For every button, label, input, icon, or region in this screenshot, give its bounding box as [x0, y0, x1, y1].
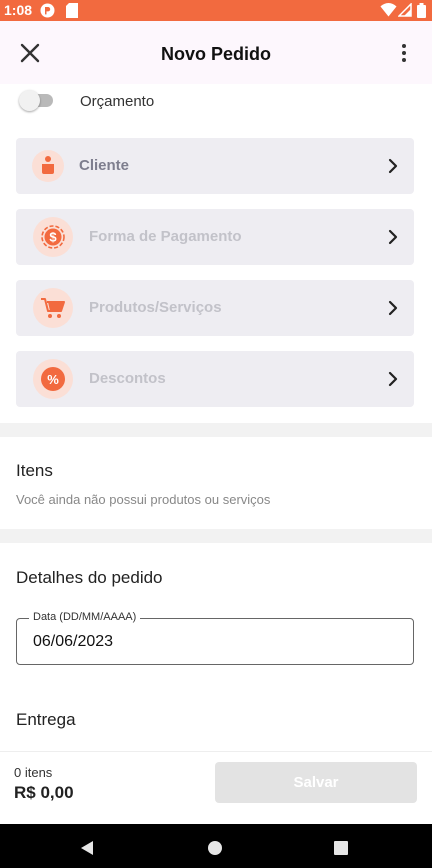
menu-item-label: Forma de Pagamento: [89, 228, 242, 245]
menu-item-label: Descontos: [89, 370, 166, 387]
items-title: Itens: [16, 461, 53, 480]
order-summary-bar: 0 itens R$ 0,00 Salvar: [0, 751, 432, 824]
more-options-icon[interactable]: [392, 41, 416, 65]
order-total: R$ 0,00: [14, 783, 74, 802]
battery-icon: [417, 3, 426, 18]
section-divider: [0, 529, 432, 543]
status-time: 1:08: [4, 2, 33, 18]
chevron-right-icon: [388, 371, 398, 387]
items-empty-text: Você ainda não possui produtos ou serviç…: [16, 492, 271, 507]
percent-icon: %: [33, 359, 73, 399]
sd-card-icon: [66, 3, 78, 18]
save-button[interactable]: Salvar: [215, 762, 417, 803]
item-count: 0 itens: [14, 765, 53, 780]
status-bar: 1:08: [0, 0, 432, 21]
recents-icon[interactable]: [333, 840, 349, 856]
svg-text:%: %: [47, 372, 59, 387]
system-nav-bar: [0, 824, 432, 868]
budget-toggle-row: Orçamento: [0, 84, 432, 120]
back-icon[interactable]: [78, 839, 96, 857]
app-notification-icon: [40, 3, 55, 18]
svg-text:$: $: [49, 230, 57, 245]
menu-item-label: Cliente: [79, 157, 130, 174]
date-field[interactable]: Data (DD/MM/AAAA) 06/06/2023: [16, 611, 414, 665]
date-field-label: Data (DD/MM/AAAA): [29, 611, 141, 623]
menu-item-produtos-servicos[interactable]: Produtos/Serviços: [16, 280, 414, 336]
budget-toggle-label: Orçamento: [80, 93, 155, 110]
cart-icon: [33, 288, 73, 328]
signal-icon: [398, 3, 412, 17]
date-field-value[interactable]: 06/06/2023: [33, 633, 113, 651]
wifi-icon: [380, 3, 397, 17]
chevron-right-icon: [388, 158, 398, 174]
dollar-coin-icon: $: [33, 217, 73, 257]
page-title: Novo Pedido: [160, 44, 271, 64]
chevron-right-icon: [388, 229, 398, 245]
person-icon: [32, 150, 64, 182]
toggle-thumb[interactable]: [19, 90, 40, 111]
delivery-title: Entrega: [16, 710, 76, 729]
home-icon[interactable]: [206, 839, 224, 857]
menu-item-cliente[interactable]: Cliente: [16, 138, 414, 194]
order-details-title: Detalhes do pedido: [16, 568, 163, 587]
menu-item-forma-de-pagamento[interactable]: $ Forma de Pagamento: [16, 209, 414, 265]
menu-item-label: Produtos/Serviços: [89, 299, 222, 316]
section-divider: [0, 423, 432, 437]
chevron-right-icon: [388, 300, 398, 316]
menu-item-descontos[interactable]: % Descontos: [16, 351, 414, 407]
app-bar: Novo Pedido: [0, 21, 432, 84]
